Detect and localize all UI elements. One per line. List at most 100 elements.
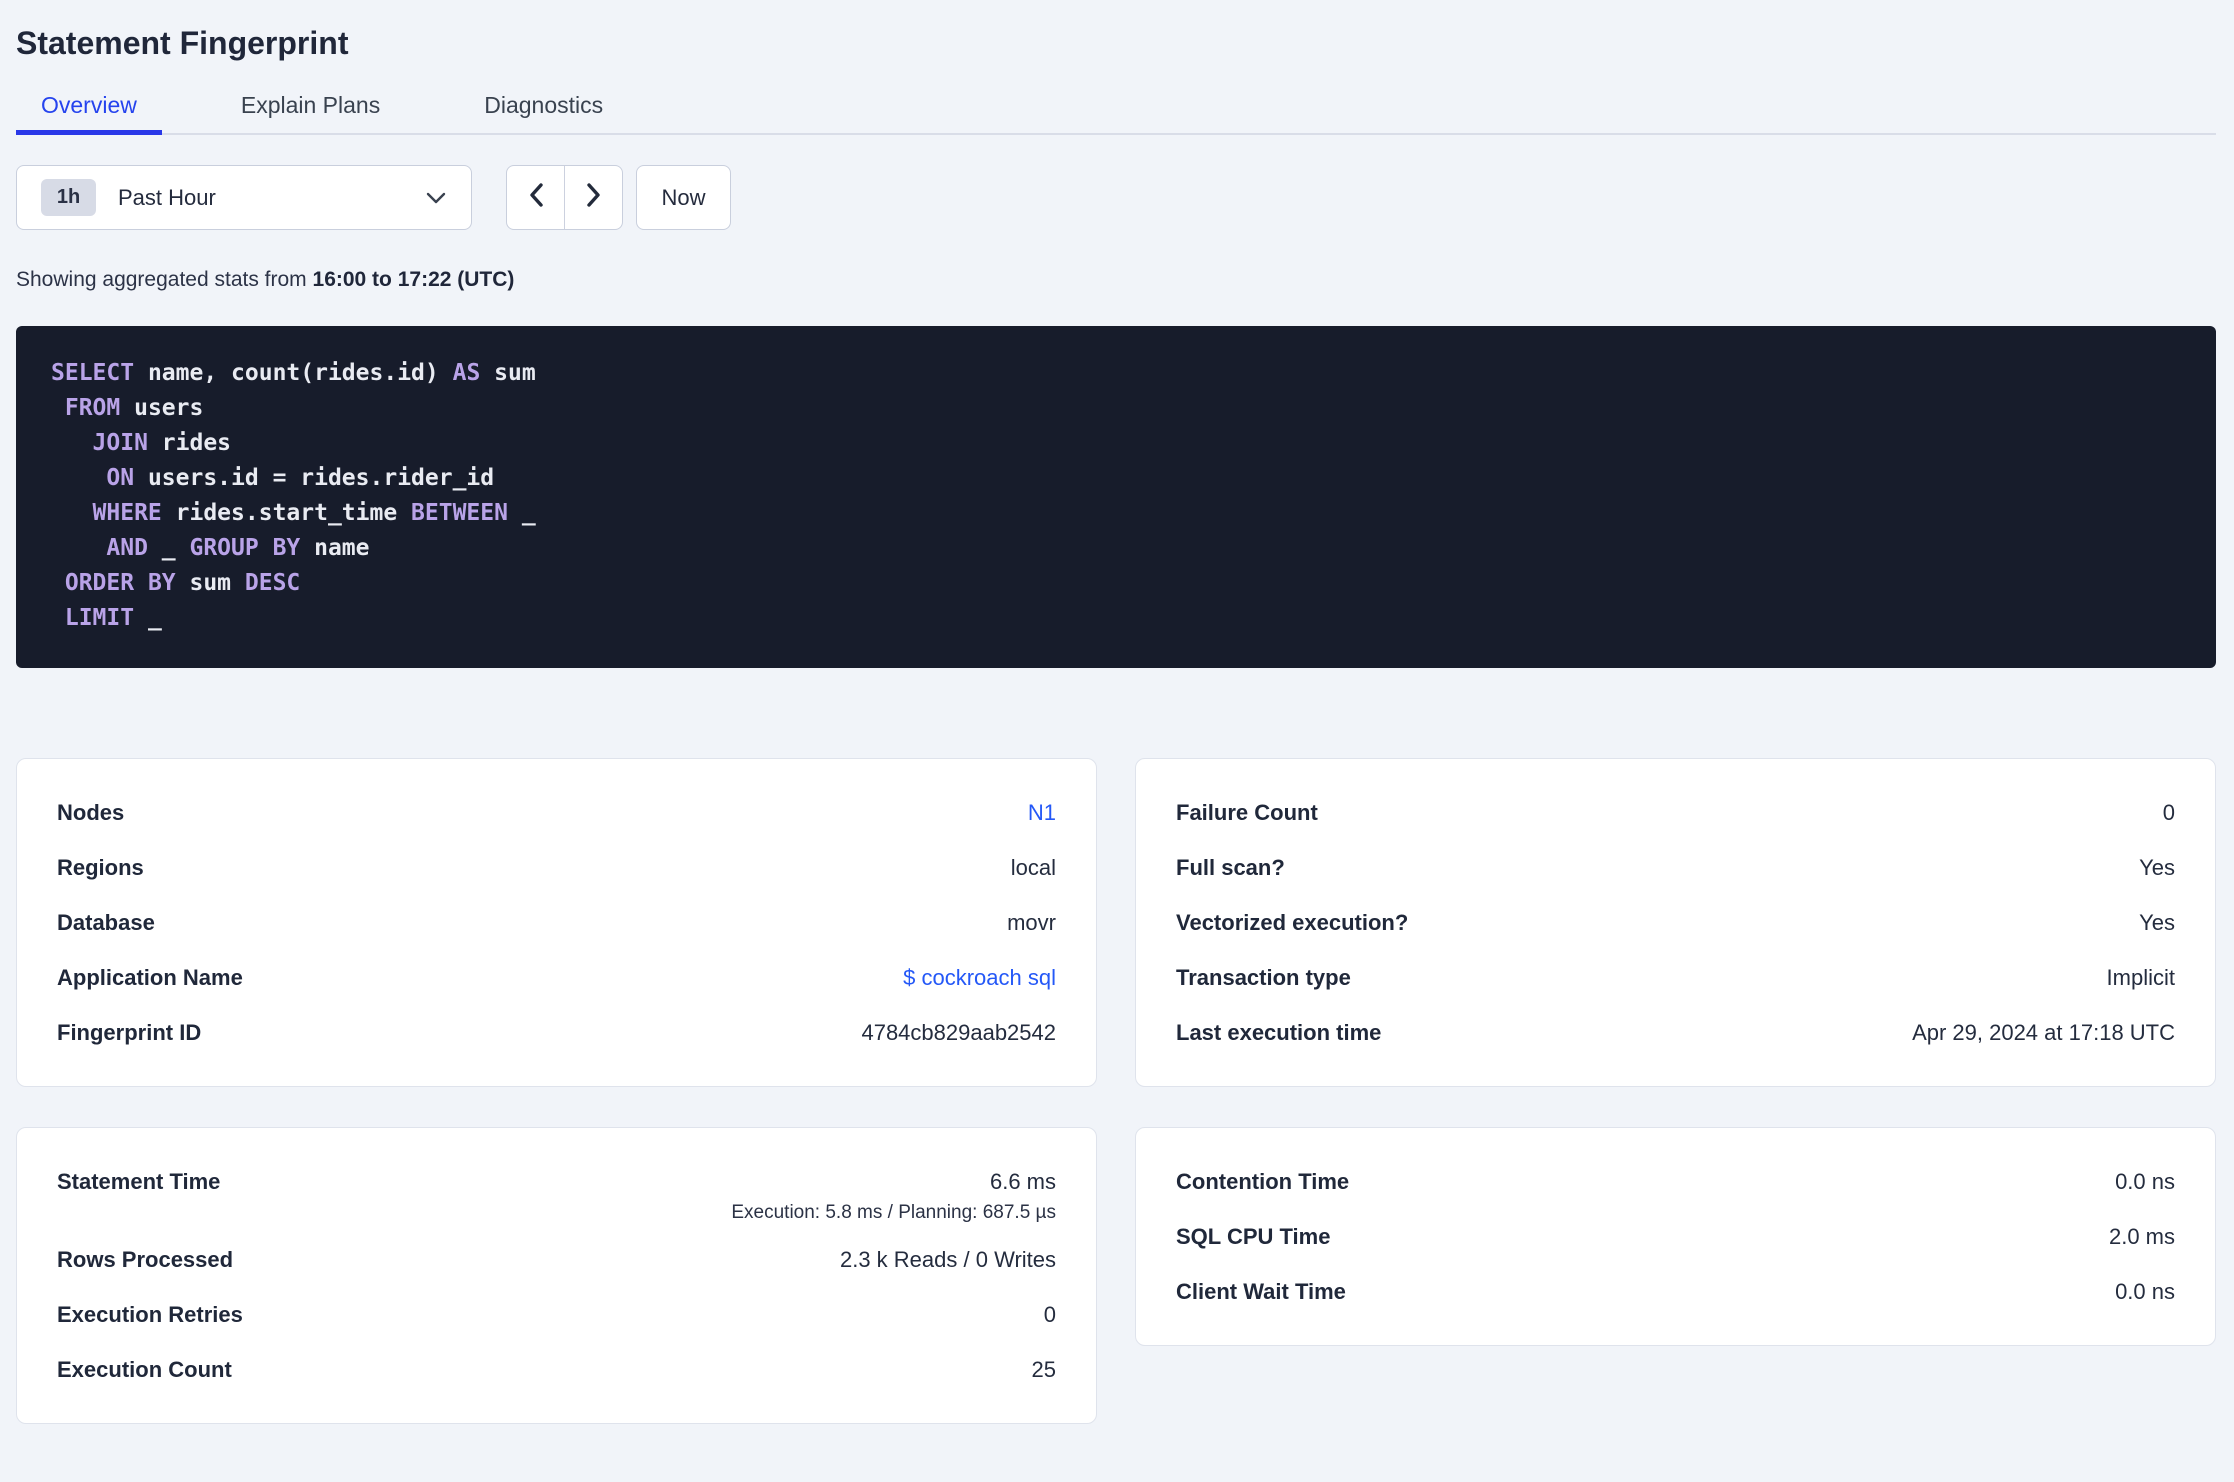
statement-timing-card: Statement Time 6.6 ms Execution: 5.8 ms / … xyxy=(16,1127,1097,1424)
sql-keyword: FROM xyxy=(64,395,121,421)
stat-row: Application Name $ cockroach sql xyxy=(57,950,1056,1005)
stat-label: Regions xyxy=(57,854,144,880)
time-range-badge: 1h xyxy=(41,179,96,216)
chevron-right-icon xyxy=(585,181,603,214)
stat-value: movr xyxy=(1007,909,1056,935)
sql-text: users xyxy=(120,395,204,421)
time-range-label: Past Hour xyxy=(118,184,216,210)
time-controls: 1h Past Hour Now xyxy=(16,165,2216,230)
sql-keyword: LIMIT xyxy=(64,605,135,631)
overview-cards-row: Nodes N1 Regions local Database movr Applicati… xyxy=(16,758,2216,1087)
stat-label: Rows Processed xyxy=(57,1246,234,1272)
stat-row: Regions local xyxy=(57,840,1056,895)
stat-value: local xyxy=(1010,854,1056,880)
sql-keyword: BETWEEN xyxy=(411,500,508,526)
sql-text: users.id = rides.rider_id xyxy=(134,465,495,491)
stat-label: Vectorized execution? xyxy=(1176,909,1409,935)
sql-line: JOIN rides xyxy=(51,426,2216,461)
tab-overview[interactable]: Overview xyxy=(16,92,162,135)
sql-text: rides xyxy=(147,430,232,456)
stat-row: Rows Processed 2.3 k Reads / 0 Writes xyxy=(57,1232,1056,1287)
sql-text: sum xyxy=(175,570,245,596)
stat-row: Last execution time Apr 29, 2024 at 17:18… xyxy=(1176,1005,2175,1060)
stat-value: 25 xyxy=(1031,1356,1056,1382)
sql-line: ORDER BY sum DESC xyxy=(51,566,2216,601)
sql-line: SELECT name, count(rides.id) AS sum xyxy=(51,356,2216,391)
sql-text: name, count(rides.id) xyxy=(134,360,453,386)
next-time-button[interactable] xyxy=(564,166,622,229)
tab-diagnostics[interactable]: Diagnostics xyxy=(459,92,628,135)
sql-line: LIMIT _ xyxy=(51,601,2216,636)
stat-row: Database movr xyxy=(57,895,1056,950)
page-title: Statement Fingerprint xyxy=(16,25,349,61)
stat-label: Statement Time xyxy=(57,1168,221,1194)
stat-label: Execution Count xyxy=(57,1356,232,1382)
stat-row: Fingerprint ID 4784cb829aab2542 xyxy=(57,1005,1056,1060)
stat-value: Apr 29, 2024 at 17:18 UTC xyxy=(1912,1019,2175,1045)
stat-value-link[interactable]: N1 xyxy=(1028,800,1056,826)
stat-row: Nodes N1 xyxy=(57,785,1056,840)
stat-label: Database xyxy=(57,909,155,935)
statement-details-card: Nodes N1 Regions local Database movr Applicati… xyxy=(16,758,1097,1087)
sql-text: sum xyxy=(480,360,536,386)
aggregated-stats-prefix: Showing aggregated stats from xyxy=(16,268,313,291)
stat-value: 0 xyxy=(1043,1301,1056,1327)
stat-row: Vectorized execution? Yes xyxy=(1176,895,2175,950)
stat-label: Transaction type xyxy=(1176,964,1351,990)
sql-keyword: AS xyxy=(452,360,481,386)
sql-keyword: WHERE xyxy=(92,500,162,526)
sql-keyword: GROUP BY xyxy=(189,535,301,561)
stat-row: Full scan? Yes xyxy=(1176,840,2175,895)
stat-row: Execution Count 25 xyxy=(57,1342,1056,1397)
stat-label: Contention Time xyxy=(1176,1168,1350,1194)
stat-label: Full scan? xyxy=(1176,854,1285,880)
stat-value: 0.0 ns xyxy=(2115,1168,2175,1194)
stat-label: Client Wait Time xyxy=(1176,1278,1346,1304)
aggregated-stats-line: Showing aggregated stats from 16:00 to 1… xyxy=(16,268,2216,292)
sql-line: WHERE rides.start_time BETWEEN _ xyxy=(51,496,2216,531)
sql-keyword: SELECT xyxy=(51,360,135,386)
sql-statement-box: SELECT name, count(rides.id) AS sum FROM… xyxy=(16,326,2216,668)
execution-attributes-card: Failure Count 0 Full scan? Yes Vectorized ex… xyxy=(1135,758,2216,1087)
prev-time-button[interactable] xyxy=(507,166,564,229)
stat-row: Failure Count 0 xyxy=(1176,785,2175,840)
stat-value: 2.0 ms xyxy=(2108,1223,2175,1249)
stat-row: SQL CPU Time 2.0 ms xyxy=(1176,1209,2175,1264)
stat-row: Execution Retries 0 xyxy=(57,1287,1056,1342)
statement-fingerprint-page: Statement Fingerprint Overview Explain P… xyxy=(0,24,2234,1424)
sql-text: _ xyxy=(134,605,162,631)
stat-row: Transaction type Implicit xyxy=(1176,950,2175,1005)
chevron-left-icon xyxy=(527,181,545,214)
sql-keyword: ORDER BY xyxy=(64,570,176,596)
stat-row: Contention Time 0.0 ns xyxy=(1176,1154,2175,1209)
wait-timing-card: Contention Time 0.0 ns SQL CPU Time 2.0 ms C… xyxy=(1135,1127,2216,1346)
sql-keyword: AND xyxy=(106,535,148,561)
stat-value: 4784cb829aab2542 xyxy=(861,1019,1056,1045)
sql-keyword: ON xyxy=(106,465,135,491)
stat-value: Implicit xyxy=(2106,964,2175,990)
sql-keyword: DESC xyxy=(244,570,301,596)
sql-text: name xyxy=(300,535,370,561)
stat-value: 6.6 ms xyxy=(989,1168,1056,1194)
tab-explain-plans[interactable]: Explain Plans xyxy=(216,92,405,135)
stat-label: Application Name xyxy=(57,964,243,990)
sql-line: ON users.id = rides.rider_id xyxy=(51,461,2216,496)
timing-cards-row: Statement Time 6.6 ms Execution: 5.8 ms / … xyxy=(16,1127,2216,1424)
stat-value: 0 xyxy=(2162,799,2175,825)
stat-value-link[interactable]: $ cockroach sql xyxy=(903,965,1056,991)
stat-value: 0.0 ns xyxy=(2115,1278,2175,1304)
stat-value: Yes xyxy=(2139,909,2175,935)
stat-label: Failure Count xyxy=(1176,799,1318,825)
time-range-select[interactable]: 1h Past Hour xyxy=(16,165,472,230)
now-button[interactable]: Now xyxy=(636,165,731,230)
sql-text: _ xyxy=(507,500,536,526)
time-step-buttons xyxy=(506,165,623,230)
aggregated-stats-range: 16:00 to 17:22 (UTC) xyxy=(312,268,515,291)
sql-text: rides.start_time xyxy=(161,500,412,526)
